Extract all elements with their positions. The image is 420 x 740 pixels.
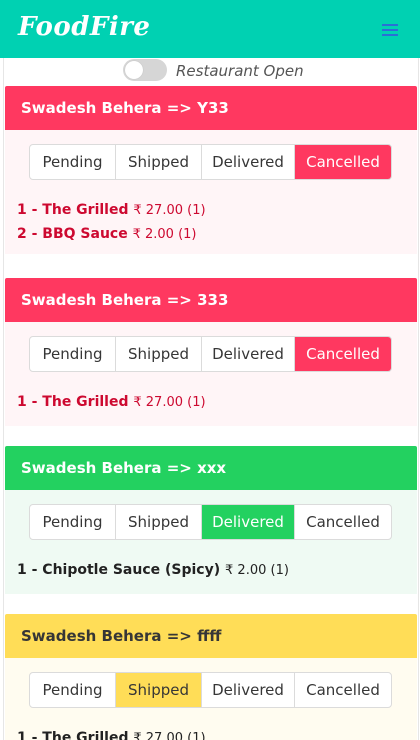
hamburger-menu-icon[interactable] [382, 24, 398, 36]
order-item: 1 - The Grilled ₹ 27.00 (1) [17, 202, 206, 218]
order-status-group: Pending Shipped Delivered Cancelled [29, 672, 392, 708]
status-shipped-button[interactable]: Shipped [116, 145, 202, 179]
status-delivered-button[interactable]: Delivered [202, 145, 295, 179]
restaurant-status-label: Restaurant Open [176, 62, 304, 80]
status-cancelled-button[interactable]: Cancelled [295, 145, 391, 179]
status-cancelled-button[interactable]: Cancelled [295, 505, 391, 539]
order-item: 2 - BBQ Sauce ₹ 2.00 (1) [17, 226, 197, 242]
order-card: Swadesh Behera => Y33 Pending Shipped De… [5, 86, 417, 254]
order-body: Pending Shipped Delivered Cancelled 1 - … [5, 658, 417, 740]
order-item-price: ₹ 2.00 (1) [225, 563, 289, 578]
brand-logo[interactable]: FoodFire [18, 12, 150, 42]
orders-container: Restaurant Open Swadesh Behera => Y33 Pe… [3, 58, 419, 740]
toggle-knob [125, 61, 143, 79]
order-item-label: 2 - BBQ Sauce [17, 226, 128, 242]
status-shipped-button[interactable]: Shipped [116, 337, 202, 371]
order-status-group: Pending Shipped Delivered Cancelled [29, 336, 392, 372]
order-body: Pending Shipped Delivered Cancelled 1 - … [5, 130, 417, 254]
order-item-price: ₹ 2.00 (1) [132, 227, 197, 242]
restaurant-open-toggle[interactable] [123, 59, 167, 81]
order-item: 1 - The Grilled ₹ 27.00 (1) [17, 394, 206, 410]
order-card: Swadesh Behera => xxx Pending Shipped De… [5, 446, 417, 594]
status-delivered-button[interactable]: Delivered [202, 337, 295, 371]
restaurant-status-row: Restaurant Open [4, 58, 418, 86]
navbar: FoodFire [0, 0, 420, 58]
order-title: Swadesh Behera => Y33 [5, 86, 417, 130]
order-card: Swadesh Behera => ffff Pending Shipped D… [5, 614, 417, 740]
order-item-price: ₹ 27.00 (1) [133, 395, 206, 410]
order-item-label: 1 - The Grilled [17, 202, 129, 218]
status-pending-button[interactable]: Pending [30, 337, 116, 371]
status-shipped-button[interactable]: Shipped [116, 673, 202, 707]
order-item: 1 - Chipotle Sauce (Spicy) ₹ 2.00 (1) [17, 562, 289, 578]
status-delivered-button[interactable]: Delivered [202, 505, 295, 539]
status-pending-button[interactable]: Pending [30, 673, 116, 707]
order-card: Swadesh Behera => 333 Pending Shipped De… [5, 278, 417, 426]
order-status-group: Pending Shipped Delivered Cancelled [29, 144, 392, 180]
order-item-label: 1 - Chipotle Sauce (Spicy) [17, 562, 221, 578]
order-item-price: ₹ 27.00 (1) [133, 731, 206, 740]
order-body: Pending Shipped Delivered Cancelled 1 - … [5, 322, 417, 426]
status-shipped-button[interactable]: Shipped [116, 505, 202, 539]
order-status-group: Pending Shipped Delivered Cancelled [29, 504, 392, 540]
status-cancelled-button[interactable]: Cancelled [295, 673, 391, 707]
status-cancelled-button[interactable]: Cancelled [295, 337, 391, 371]
order-item-price: ₹ 27.00 (1) [133, 203, 206, 218]
order-title: Swadesh Behera => xxx [5, 446, 417, 490]
order-item: 1 - The Grilled ₹ 27.00 (1) [17, 730, 206, 740]
order-title: Swadesh Behera => 333 [5, 278, 417, 322]
status-pending-button[interactable]: Pending [30, 505, 116, 539]
order-item-label: 1 - The Grilled [17, 730, 129, 740]
order-title: Swadesh Behera => ffff [5, 614, 417, 658]
status-pending-button[interactable]: Pending [30, 145, 116, 179]
order-body: Pending Shipped Delivered Cancelled 1 - … [5, 490, 417, 594]
order-item-label: 1 - The Grilled [17, 394, 129, 410]
status-delivered-button[interactable]: Delivered [202, 673, 295, 707]
